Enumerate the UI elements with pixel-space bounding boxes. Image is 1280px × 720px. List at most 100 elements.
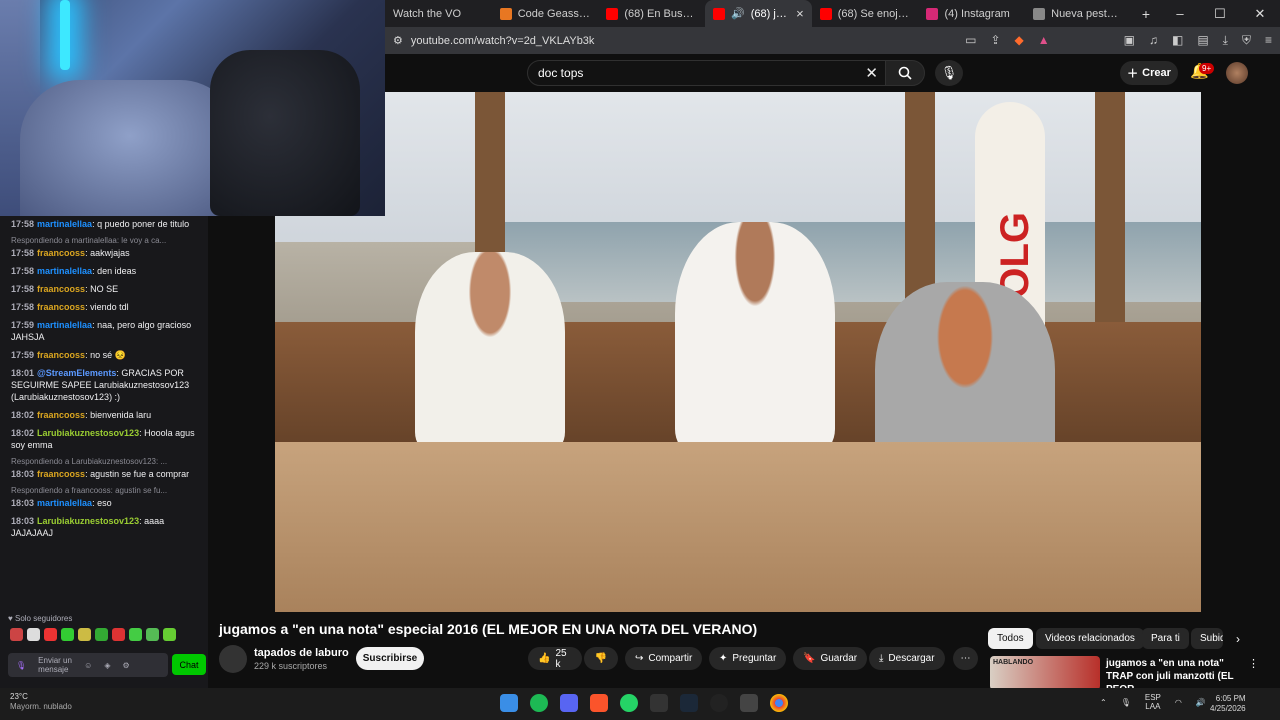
channel-avatar[interactable] [219,645,247,673]
browser-tab-2[interactable]: (68) En Busca de la Mej [598,0,705,27]
close-window-icon[interactable]: ✕ [1240,6,1280,22]
chat-message[interactable]: 18:03 Larubiakuznestosov123: aaaa JAJAJAA… [0,513,208,543]
discord-icon[interactable] [560,694,578,712]
emote-icon[interactable] [129,628,142,641]
share-button[interactable]: ↪ Compartir [625,647,703,670]
emote-icon[interactable] [112,628,125,641]
chat-username[interactable]: @StreamElements [37,368,116,378]
chip-all[interactable]: Todos [988,628,1033,649]
save-button[interactable]: 🔖 Guardar [793,647,868,670]
chat-message[interactable]: 17:58 fraancooss: NO SE [0,281,208,299]
chip-related[interactable]: Videos relacionados [1036,628,1144,649]
minimize-icon[interactable]: – [1160,6,1200,22]
voice-search-button[interactable]: 🎙 [935,60,963,86]
chat-username[interactable]: fraancooss [37,248,85,258]
chat-message[interactable]: 17:59 martinalellaa: naa, pero algo graci… [0,317,208,347]
chat-message[interactable]: 18:02 Larubiakuznestosov123: Hooola agus … [0,425,208,455]
extensions-icon[interactable]: ▣ [1124,33,1135,48]
url-text[interactable]: youtube.com/watch?v=2d_VKLAYb3k [411,35,595,47]
chevron-up-icon[interactable]: ⌃ [1100,698,1107,707]
search-input[interactable]: doc tops ✕ [527,60,887,86]
epic-games-icon[interactable] [650,694,668,712]
emote-icon[interactable] [44,628,57,641]
video-player[interactable]: OLG [275,92,1201,612]
chat-username[interactable]: fraancooss [37,469,85,479]
like-button[interactable]: 👍 25 k [528,647,582,670]
maximize-icon[interactable]: ☐ [1200,6,1240,22]
microphone-icon[interactable]: 🎙 [1121,698,1131,707]
chat-message[interactable]: 17:58 fraancooss: viendo tdl [0,299,208,317]
browser-tab-5[interactable]: (4) Instagram [918,0,1025,27]
close-tab-icon[interactable]: × [796,6,804,21]
share-icon[interactable]: ⇪ [990,33,1000,48]
language-indicator[interactable]: ESP LAA [1145,693,1161,711]
chat-username[interactable]: martinalellaa [37,266,92,276]
steam-icon[interactable] [680,694,698,712]
emote-icon[interactable] [95,628,108,641]
chat-message[interactable]: 17:58 martinalellaa: q puedo poner de tit… [0,216,208,234]
chat-username[interactable]: Larubiakuznestosov123 [37,428,139,438]
download-button[interactable]: ⤓ Descargar [869,647,945,670]
brave-rewards-icon[interactable]: ▲ [1038,33,1050,48]
chat-message[interactable]: 18:03 martinalellaa: eso [0,495,208,513]
chat-username[interactable]: martinalellaa [37,320,92,330]
browser-tab-4[interactable]: (68) Se enojo limón - Y [812,0,919,27]
chip-for-you[interactable]: Para ti [1142,628,1189,649]
chat-message[interactable]: 17:58 fraancooss: aakwjajas [0,245,208,263]
emote-picker-icon[interactable]: ☺ [84,661,92,670]
chevron-right-icon[interactable]: › [1236,632,1240,646]
emote-icon[interactable] [146,628,159,641]
new-tab-button[interactable]: + [1132,6,1160,22]
brave-shield-icon[interactable]: ◆ [1015,33,1024,48]
whatsapp-icon[interactable] [620,694,638,712]
chat-input[interactable]: 🎙 Enviar un mensaje ☺ ◈ ⚙ [8,653,168,677]
start-icon[interactable] [500,694,518,712]
emote-icon[interactable] [163,628,176,641]
browser-tab-1[interactable]: Code Geass en Español [492,0,599,27]
bits-icon[interactable]: ◈ [104,661,110,670]
ask-button[interactable]: ✦ Preguntar [709,647,787,670]
channel-name[interactable]: tapados de laburo [254,647,349,659]
clear-search-icon[interactable]: ✕ [865,64,878,82]
cast-icon[interactable]: ▭ [965,33,976,48]
more-vert-icon[interactable]: ⋮ [1248,657,1259,670]
chip-uploaded[interactable]: Subid [1191,628,1223,649]
wifi-icon[interactable]: ◠ [1175,698,1182,707]
chrome-icon[interactable] [770,694,788,712]
recommended-thumbnail[interactable]: HABLANDO [990,656,1100,690]
create-button[interactable]: ＋ Crear [1120,61,1178,85]
microphone-icon[interactable]: 🎙 [16,661,26,670]
browser-tab-6[interactable]: Nueva pestaña [1025,0,1132,27]
brave-icon[interactable] [590,694,608,712]
chat-message[interactable]: 17:58 martinalellaa: den ideas [0,263,208,281]
chat-message[interactable]: 18:03 fraancooss: agustin se fue a compra… [0,466,208,484]
clock[interactable]: 6:05 PM 4/25/2026 [1210,694,1246,714]
chat-username[interactable]: martinalellaa [37,219,92,229]
chat-message[interactable]: 18:01 @StreamElements: GRACIAS POR SEGUIR… [0,365,208,407]
chat-username[interactable]: fraancooss [37,410,85,420]
emote-icon[interactable] [27,628,40,641]
chat-message[interactable]: 18:02 fraancooss: bienvenida laru [0,407,208,425]
browser-tab-3-active[interactable]: 🔊 (68) jugamos a × [705,0,812,27]
chat-username[interactable]: martinalellaa [37,498,92,508]
subscribe-button[interactable]: Suscribirse [356,647,424,670]
weather-widget[interactable]: 23°C Mayorm. nublado [10,692,72,712]
dislike-button[interactable]: 👎 [584,647,618,670]
volume-icon[interactable]: 🔊 [1196,698,1206,707]
chat-send-button[interactable]: Chat [172,654,206,675]
vpn-icon[interactable]: ⛨ [1242,33,1251,48]
download-icon[interactable]: ⤓ [1223,33,1228,48]
sidebar-icon[interactable]: ◧ [1172,33,1183,48]
settings-icon[interactable]: ⚙ [122,661,129,670]
chat-username[interactable]: Larubiakuznestosov123 [37,516,139,526]
wallet-icon[interactable]: ▤ [1197,33,1208,48]
chat-message[interactable]: 17:59 fraancooss: no sé 😣 [0,347,208,365]
capcut-icon[interactable] [740,694,758,712]
user-avatar[interactable] [1226,62,1248,84]
emote-icon[interactable] [61,628,74,641]
media-icon[interactable]: ♫ [1149,33,1158,48]
search-button[interactable] [885,60,925,86]
emote-icon[interactable] [10,628,23,641]
obs-icon[interactable] [710,694,728,712]
site-settings-icon[interactable]: ⚙ [393,34,403,47]
